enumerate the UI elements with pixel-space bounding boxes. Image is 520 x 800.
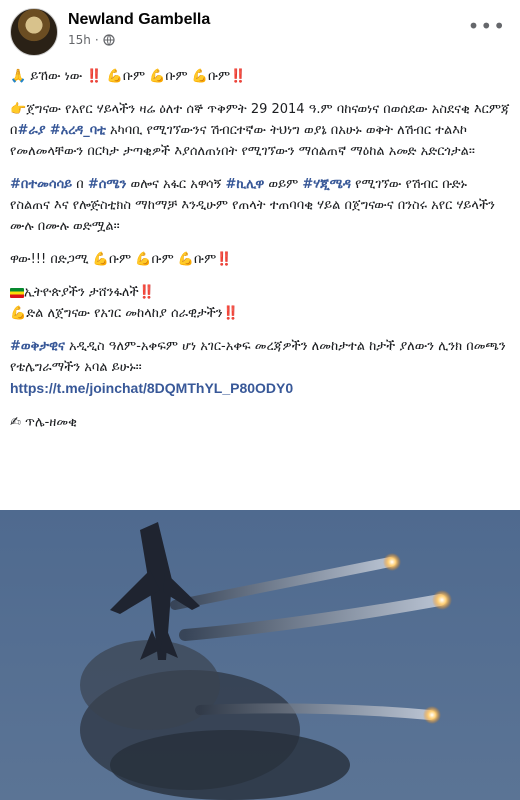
exclamation-emoji: ‼️: [230, 69, 247, 84]
boom-word: ቡም: [122, 69, 146, 84]
wow-line: ዋው!!! በድጋሚ 💪ቡም 💪ቡም 💪ቡም‼️: [10, 249, 510, 270]
post-time[interactable]: 15h: [68, 33, 91, 47]
exclamation-emoji: ‼️: [216, 252, 233, 267]
hashtag-hajimeda[interactable]: #ሃጂሜዳ: [302, 177, 351, 192]
muscle-emoji: 💪: [149, 69, 166, 84]
intro-line: 🙏 ይኸው ነው ‼️ 💪ቡም 💪ቡም 💪ቡም‼️: [10, 66, 510, 87]
facebook-post: Newland Gambella 15h · ••• 🙏 ይኸው ነው ‼️ 💪…: [0, 0, 520, 800]
post-text: 🙏 ይኸው ነው ‼️ 💪ቡም 💪ቡም 💪ቡም‼️ 👉ጀግናው የአየር ሃይላ…: [10, 66, 510, 445]
victory-lines: ኢትዮጵያችን ታሸንፋለች‼️ 💪ድል ለጀግናው የአገር መከላከያ ሰራ…: [10, 282, 510, 324]
pray-emoji: 🙏: [10, 69, 27, 84]
muscle-emoji: 💪: [177, 252, 195, 267]
paragraph-text: አዲዲስ ዓለም-አቀፍም ሆነ አገር-አቀፍ መረጃዎችን ለመከታተል ከ…: [10, 339, 506, 375]
hashtag-kiliwa[interactable]: #ኪሊዋ: [225, 177, 264, 192]
boom-word: ቡም: [151, 252, 174, 267]
paragraph-text: ወሎና አፋር አዋሳኝ: [126, 177, 226, 192]
paragraph-text: በ: [72, 177, 88, 192]
muscle-emoji: 💪: [106, 69, 123, 84]
author-name[interactable]: Newland Gambella: [68, 11, 210, 29]
boom-word: ቡም: [207, 69, 231, 84]
exclamation-emoji: ‼️: [86, 69, 103, 84]
victory-line-2: ድል ለጀግናው የአገር መከላከያ ሰራዊታችን: [26, 306, 223, 321]
muscle-emoji: 💪: [191, 69, 208, 84]
hashtag-current[interactable]: #ወቅታዊና: [10, 339, 65, 354]
hashtag-similarly[interactable]: #በተመሳሳይ: [10, 177, 72, 192]
paragraph-airstrike: 👉ጀግናው የአየር ሃይላችን ዛሬ ዕለተ ሰኞ ጥቅምት 29 2014 …: [10, 99, 510, 162]
muscle-emoji: 💪: [10, 306, 27, 321]
signature-name: ጥሌ-ዘመቂ: [25, 415, 77, 430]
muscle-emoji: 💪: [135, 252, 152, 267]
ethiopia-flag-icon: [10, 287, 24, 298]
post-header: Newland Gambella 15h · •••: [0, 0, 520, 60]
globe-icon: [103, 34, 115, 46]
meta-separator: ·: [94, 33, 99, 47]
intro-word: ይኸው ነው: [30, 69, 83, 84]
victory-line-1: ኢትዮጵያችን ታሸንፋለች: [24, 285, 139, 300]
paragraph-text: ወይም: [264, 177, 303, 192]
more-options-icon[interactable]: •••: [468, 14, 506, 38]
post-photo[interactable]: [0, 510, 520, 800]
telegram-link[interactable]: https://t.me/joinchat/8DQMThYL_P80ODY0: [10, 380, 293, 396]
post-meta: 15h ·: [68, 33, 115, 47]
hashtag-north[interactable]: #ሰሜን: [88, 177, 127, 192]
boom-word: ቡም: [194, 252, 217, 267]
hashtag-areda-bati[interactable]: #አረዳ_ባቲ: [50, 123, 106, 138]
hashtag-raya[interactable]: #ራያ: [17, 123, 45, 138]
writing-hand-emoji: ✍: [10, 415, 21, 430]
avatar[interactable]: [10, 8, 58, 56]
exclamation-emoji: ‼️: [222, 306, 239, 321]
boom-word: ቡም: [165, 69, 188, 84]
boom-word: ቡም: [109, 252, 132, 267]
muscle-emoji: 💪: [92, 252, 110, 267]
wow-text: ዋው!!! በድጋሚ: [10, 252, 89, 267]
paragraph-similarly: #በተመሳሳይ በ #ሰሜን ወሎና አፋር አዋሳኝ #ኪሊዋ ወይም #ሃጂ…: [10, 174, 510, 237]
jet-flares-image: [0, 510, 520, 800]
telegram-paragraph: #ወቅታዊና አዲዲስ ዓለም-አቀፍም ሆነ አገር-አቀፍ መረጃዎችን ለ…: [10, 336, 510, 400]
signature-line: ✍ ጥሌ-ዘመቂ: [10, 412, 510, 433]
pointing-hand-emoji: 👉: [10, 102, 27, 117]
exclamation-emoji: ‼️: [138, 285, 155, 300]
